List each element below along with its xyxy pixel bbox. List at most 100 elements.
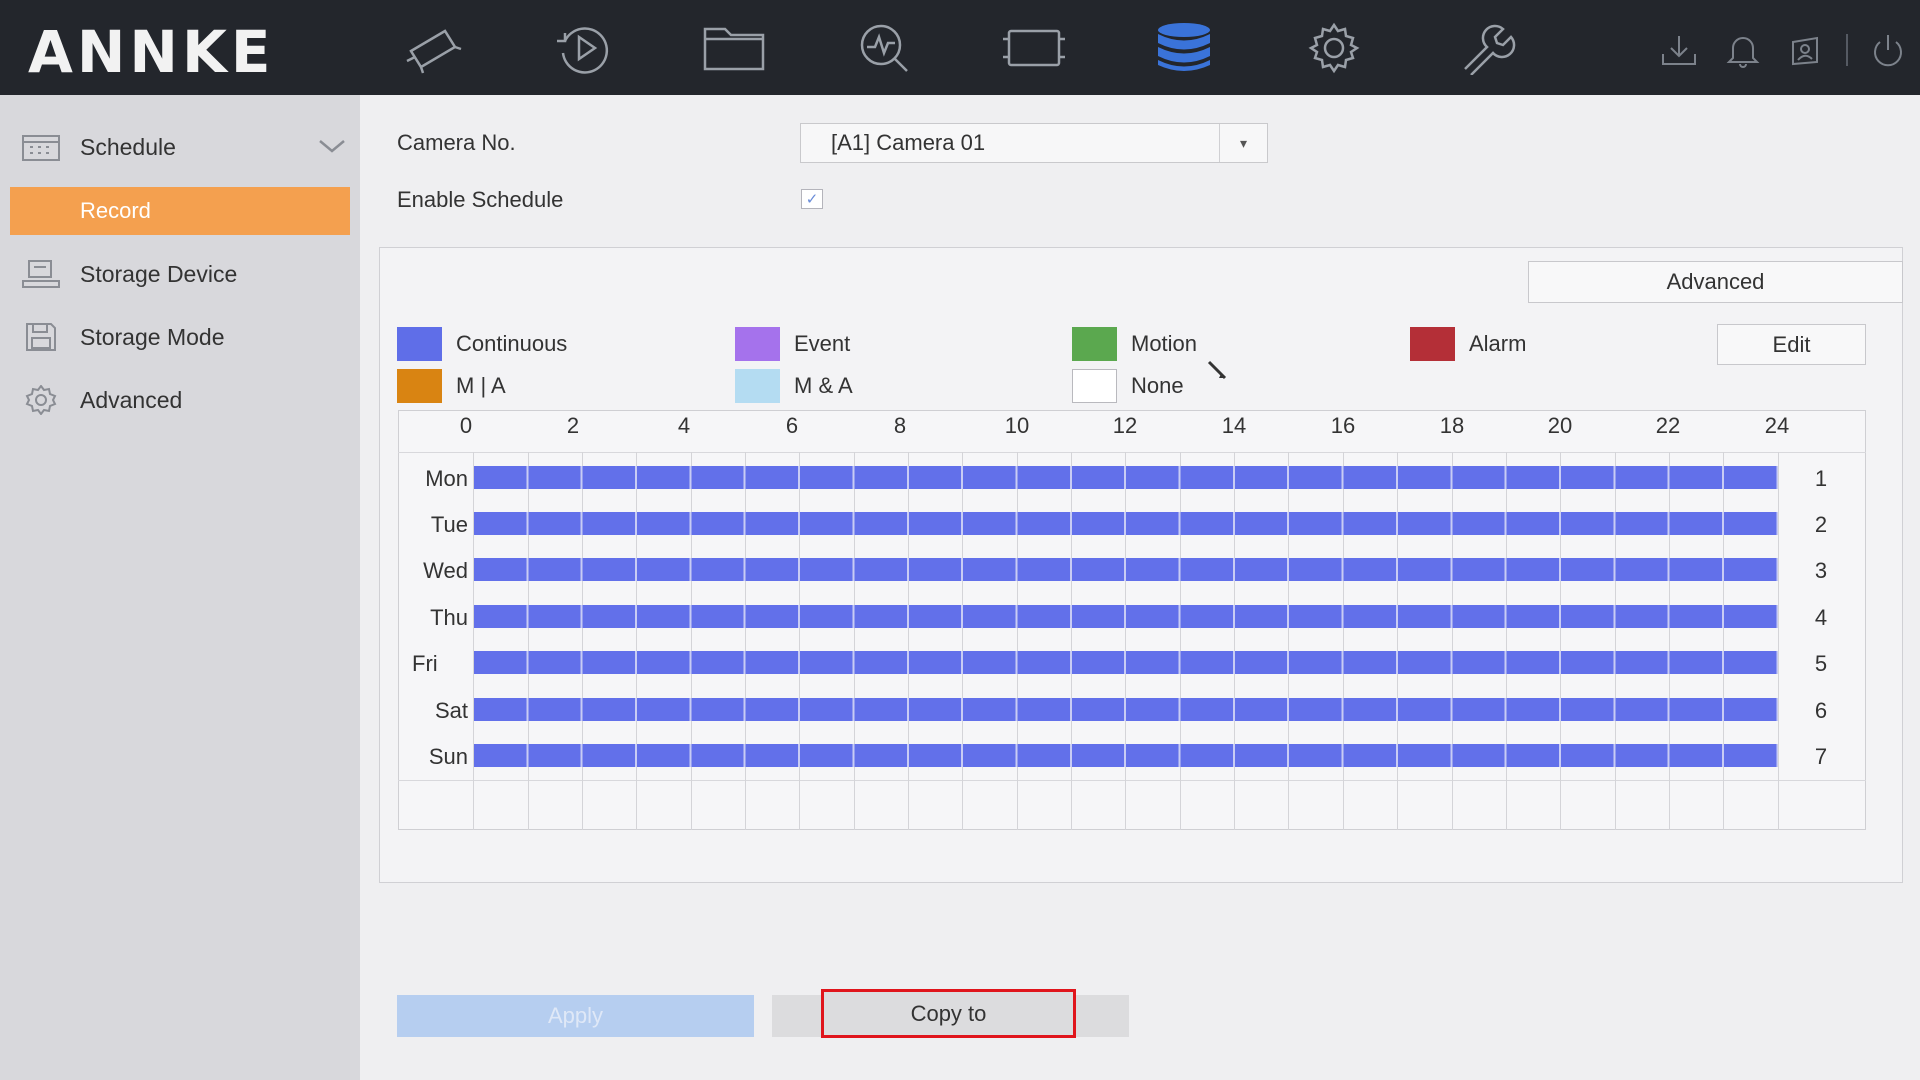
storage-database-icon[interactable] [1146,20,1222,76]
chevron-down-icon[interactable] [312,131,352,161]
day-label: Sat [434,698,468,723]
grid-line [1071,452,1072,830]
camera-no-label: Camera No. [397,130,516,155]
grid-line [1234,452,1235,830]
gear-icon[interactable] [1296,20,1372,76]
day-label: Tue [430,512,468,537]
edit-button[interactable]: Edit [1717,324,1866,365]
day-label: Mon [425,466,468,491]
grid-line [528,452,529,830]
grid-line [1669,452,1670,830]
calendar-icon [20,130,62,164]
folder-icon[interactable] [696,20,772,76]
legend-label: M & A [794,373,853,398]
row-copy-number[interactable]: 4 [1800,605,1842,631]
schedule-bar-sun[interactable] [474,744,1778,767]
sidebar-item-storage-device[interactable]: Storage Device [0,246,360,302]
schedule-bar-mon[interactable] [474,466,1778,489]
legend-swatch [1410,327,1455,361]
grid-line [1778,452,1779,830]
hour-label: 18 [1439,413,1465,438]
hour-label: 4 [677,413,691,438]
camera-icon[interactable] [396,20,472,76]
copy-to-button[interactable]: Copy to [821,989,1076,1038]
sidebar-item-storage-mode[interactable]: Storage Mode [0,309,360,365]
sidebar-item-record[interactable]: Record [10,187,350,235]
hour-label: 14 [1221,413,1247,438]
sidebar-item-advanced[interactable]: Advanced [0,372,360,428]
row-copy-number[interactable]: 2 [1800,512,1842,538]
hour-label: 10 [1004,413,1030,438]
playback-icon[interactable] [546,20,622,76]
brand-logo: ANNKE [28,18,275,86]
enable-schedule-checkbox[interactable]: ✓ [801,189,823,209]
grid-line [1560,452,1561,830]
legend-event[interactable]: Event [735,327,850,361]
grid-line [473,452,474,830]
legend-m-and-a[interactable]: M & A [735,369,853,403]
search-analytics-icon[interactable] [846,20,922,76]
grid-line [1397,452,1398,830]
grid-line [1017,452,1018,830]
legend-swatch [397,369,442,403]
legend-swatch [735,369,780,403]
grid-line [1506,452,1507,830]
display-icon[interactable] [996,20,1072,76]
user-lock-icon[interactable] [1783,32,1827,68]
legend-motion[interactable]: Motion [1072,327,1197,361]
legend-label: M | A [456,373,506,398]
legend-swatch [1072,327,1117,361]
schedule-bar-tue[interactable] [474,512,1778,535]
enable-schedule-label: Enable Schedule [397,187,564,212]
power-icon[interactable] [1866,32,1910,68]
hour-label: 16 [1330,413,1356,438]
schedule-bar-sat[interactable] [474,698,1778,721]
legend-swatch [397,327,442,361]
download-icon[interactable] [1657,32,1701,68]
hour-label: 22 [1655,413,1681,438]
row-copy-number[interactable]: 7 [1800,744,1842,770]
grid-line [1452,452,1453,830]
grid-line [1615,452,1616,830]
grid-line [691,452,692,830]
sidebar-item-label: Record [80,198,151,223]
mouse-cursor-icon [1207,360,1227,382]
day-label: Sun [428,744,468,769]
legend-alarm[interactable]: Alarm [1410,327,1526,361]
legend-label: Alarm [1469,331,1527,356]
legend-continuous[interactable]: Continuous [397,327,567,361]
schedule-bar-wed[interactable] [474,558,1778,581]
hour-label: 2 [566,413,580,438]
grid-line [962,452,963,830]
hour-label: 8 [893,413,907,438]
row-copy-number[interactable]: 6 [1800,698,1842,724]
dropdown-arrow-icon[interactable]: ▾ [1219,124,1267,162]
grid-line [745,452,746,830]
wrench-icon[interactable] [1446,20,1522,76]
legend-swatch [735,327,780,361]
schedule-bar-thu[interactable] [474,605,1778,628]
advanced-button[interactable]: Advanced [1528,261,1903,303]
legend-swatch [1072,369,1117,403]
row-copy-number[interactable]: 1 [1800,466,1842,492]
grid-header-divider [398,452,1866,453]
camera-select[interactable]: [A1] Camera 01 ▾ [800,123,1268,163]
row-copy-number[interactable]: 5 [1800,651,1842,677]
grid-line [1125,452,1126,830]
grid-line [908,452,909,830]
gear-icon [20,383,62,417]
sidebar: Schedule Record Storage Device Storage M… [0,95,360,1080]
legend-m-or-a[interactable]: M | A [397,369,506,403]
hdd-icon [20,257,62,291]
sidebar-item-label: Schedule [80,133,176,160]
bell-icon[interactable] [1721,32,1765,68]
sidebar-item-label: Storage Device [80,260,238,287]
legend-none[interactable]: None [1072,369,1184,403]
schedule-bar-fri[interactable] [474,651,1778,674]
grid-line [1288,452,1289,830]
row-copy-number[interactable]: 3 [1800,558,1842,584]
apply-button[interactable]: Apply [397,995,754,1037]
grid-line [582,452,583,830]
sidebar-item-schedule[interactable]: Schedule [0,119,360,175]
day-label: Wed [423,558,468,583]
